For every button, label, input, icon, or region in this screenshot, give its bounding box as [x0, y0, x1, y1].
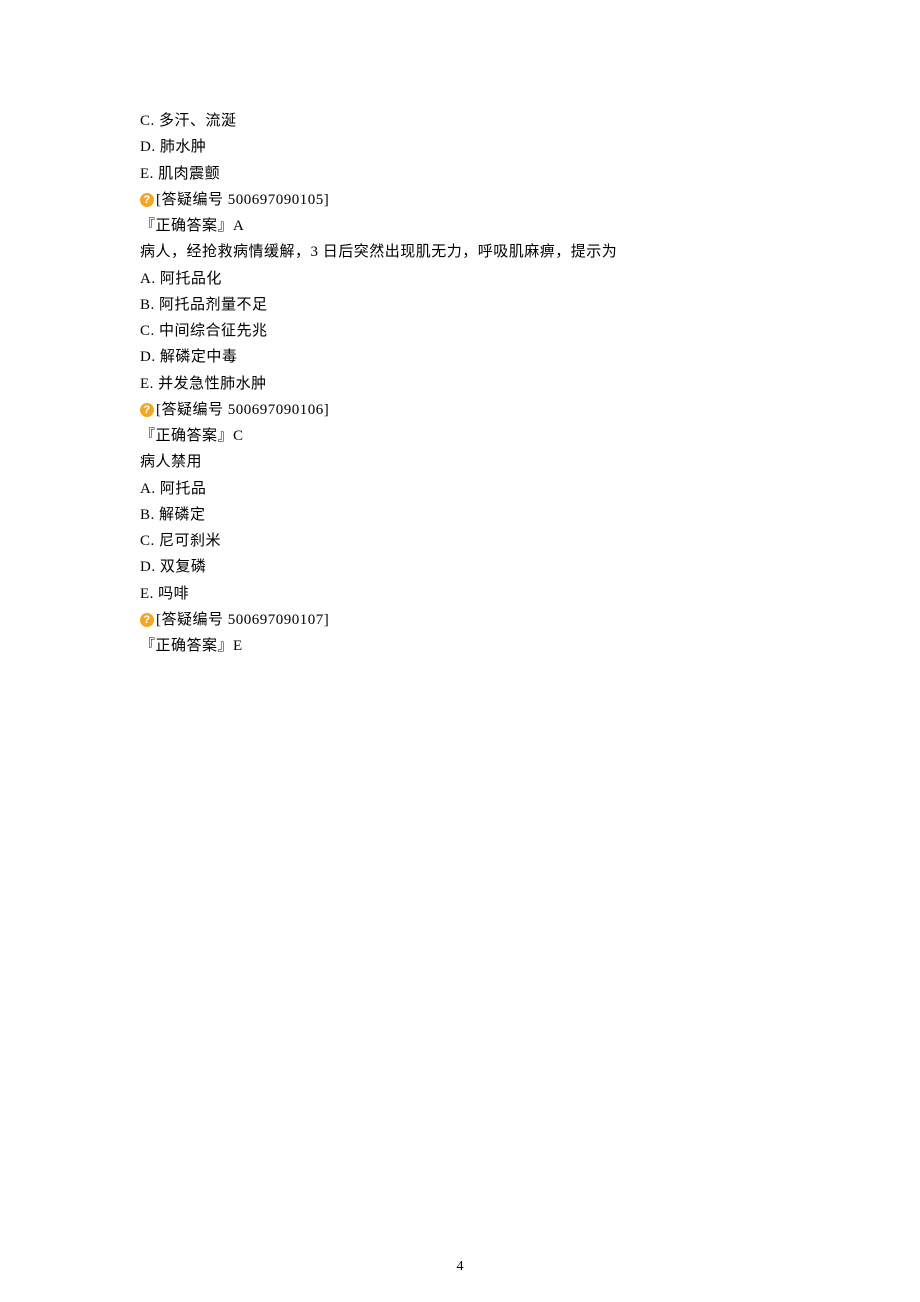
answer-line: 『正确答案』E — [140, 633, 780, 659]
option-c: C. 多汗、流涎 — [140, 108, 780, 134]
option-e: E. 并发急性肺水肿 — [140, 371, 780, 397]
reference-line: ?[答疑编号 500697090107] — [140, 607, 780, 633]
question-stem: 病人，经抢救病情缓解，3 日后突然出现肌无力，呼吸肌麻痹，提示为 — [140, 239, 780, 265]
document-page: C. 多汗、流涎 D. 肺水肿 E. 肌肉震颤 ?[答疑编号 500697090… — [0, 0, 920, 659]
option-c: C. 尼可刹米 — [140, 528, 780, 554]
option-c: C. 中间综合征先兆 — [140, 318, 780, 344]
option-b: B. 阿托品剂量不足 — [140, 292, 780, 318]
option-a: A. 阿托品 — [140, 476, 780, 502]
page-number: 4 — [0, 1255, 920, 1280]
option-e: E. 吗啡 — [140, 581, 780, 607]
option-d: D. 肺水肿 — [140, 134, 780, 160]
answer-line: 『正确答案』A — [140, 213, 780, 239]
reference-number: [答疑编号 500697090105] — [156, 192, 329, 208]
question-mark-icon: ? — [140, 193, 154, 207]
option-a: A. 阿托品化 — [140, 266, 780, 292]
option-d: D. 解磷定中毒 — [140, 344, 780, 370]
question-stem: 病人禁用 — [140, 449, 780, 475]
question-mark-icon: ? — [140, 403, 154, 417]
option-e: E. 肌肉震颤 — [140, 161, 780, 187]
reference-line: ?[答疑编号 500697090106] — [140, 397, 780, 423]
option-d: D. 双复磷 — [140, 554, 780, 580]
question-mark-icon: ? — [140, 613, 154, 627]
reference-number: [答疑编号 500697090107] — [156, 612, 329, 628]
reference-number: [答疑编号 500697090106] — [156, 402, 329, 418]
option-b: B. 解磷定 — [140, 502, 780, 528]
reference-line: ?[答疑编号 500697090105] — [140, 187, 780, 213]
answer-line: 『正确答案』C — [140, 423, 780, 449]
